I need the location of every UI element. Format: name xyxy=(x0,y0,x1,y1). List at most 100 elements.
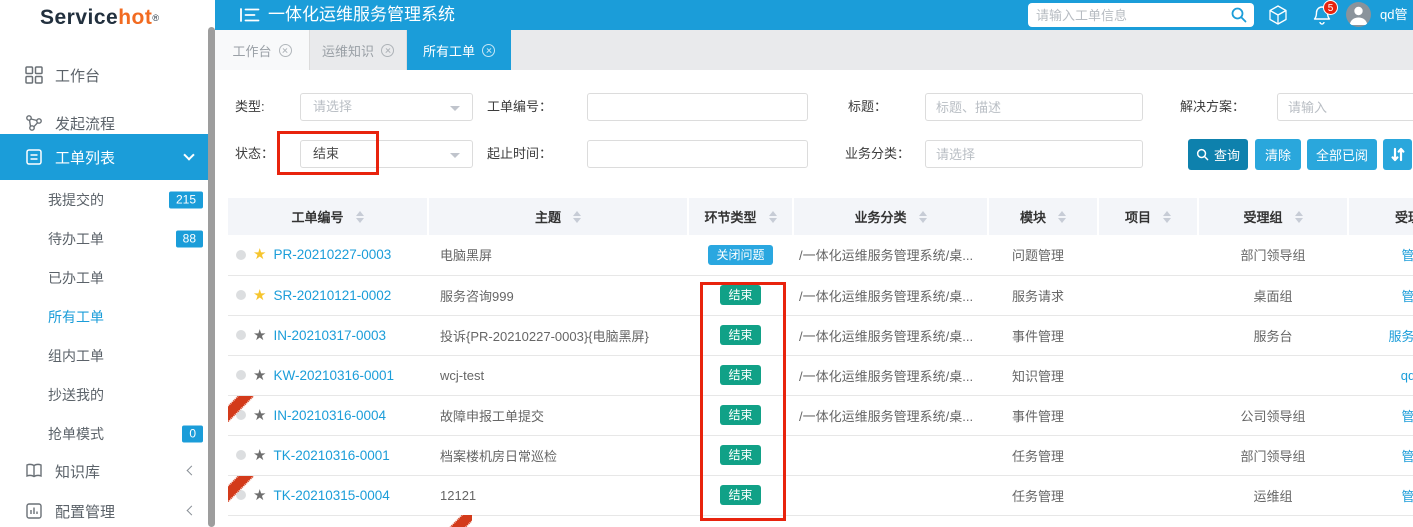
ticket-category xyxy=(793,435,988,475)
ticket-code-link[interactable]: TK-20210315-0004 xyxy=(273,488,389,503)
tab-close-icon[interactable] xyxy=(279,44,292,57)
col-header-module[interactable]: 模块 xyxy=(988,198,1098,235)
star-icon[interactable]: ★ xyxy=(253,328,266,343)
sort-toggle-button[interactable] xyxy=(1383,139,1412,170)
sidebar-subitem-cc-me[interactable]: 抄送我的 xyxy=(0,375,215,414)
sidebar-subitem-todo[interactable]: 待办工单 88 xyxy=(0,219,215,258)
tab-workbench[interactable]: 工作台 xyxy=(215,30,310,70)
sidebar-subitem-my-submitted[interactable]: 我提交的 215 xyxy=(0,180,215,219)
ticket-group: 公司领导组 xyxy=(1198,395,1348,435)
tab-all-tickets-active[interactable]: 所有工单 xyxy=(407,30,511,70)
ticket-module: 任务管理 xyxy=(988,435,1098,475)
query-button[interactable]: 查询 xyxy=(1188,139,1248,170)
sidebar-item-label: 工单列表 xyxy=(55,147,115,168)
stage-badge: 结束 xyxy=(720,445,760,465)
col-header-group[interactable]: 受理组 xyxy=(1198,198,1348,235)
tab-close-icon[interactable] xyxy=(381,44,394,57)
sidebar-item-config[interactable]: 配置管理 xyxy=(0,488,215,527)
ticket-acceptor-link[interactable]: 管 xyxy=(1348,395,1413,435)
ticket-acceptor-link[interactable]: qd xyxy=(1348,355,1413,395)
ticket-acceptor-link[interactable]: 管 xyxy=(1348,235,1413,275)
col-header-subject[interactable]: 主题 xyxy=(428,198,688,235)
ticket-acceptor-link[interactable]: 管 xyxy=(1348,435,1413,475)
ticket-code-link[interactable]: PR-20210227-0003 xyxy=(273,247,391,262)
star-icon[interactable]: ★ xyxy=(253,408,266,423)
sidebar-subitem-group-tickets[interactable]: 组内工单 xyxy=(0,336,215,375)
tab-label: 运维知识 xyxy=(322,41,374,60)
table-row[interactable]: ★IN-20210316-0004 故障申报工单提交 结束 /一体化运维服务管理… xyxy=(228,395,1413,435)
ticket-acceptor-link[interactable]: 服务台 xyxy=(1348,315,1413,355)
time-range-filter-label: 起止时间： xyxy=(487,140,552,168)
star-icon[interactable]: ★ xyxy=(253,368,266,383)
sort-icon[interactable] xyxy=(356,211,364,223)
col-header-project[interactable]: 项目 xyxy=(1098,198,1198,235)
ticket-project xyxy=(1098,355,1198,395)
star-icon[interactable]: ★ xyxy=(253,247,266,262)
solution-input[interactable] xyxy=(1277,93,1413,121)
sort-icon[interactable] xyxy=(769,211,777,223)
sidebar-scrollbar[interactable] xyxy=(208,27,215,527)
menu-fold-icon[interactable] xyxy=(240,7,260,23)
ticket-code-link[interactable]: SR-20210121-0002 xyxy=(273,288,391,303)
ticket-code-link[interactable]: IN-20210317-0003 xyxy=(273,328,386,343)
caret-down-icon xyxy=(450,153,460,158)
type-filter-label: 类型: xyxy=(235,93,265,121)
tab-ops-knowledge[interactable]: 运维知识 xyxy=(310,30,407,70)
title-input[interactable] xyxy=(925,93,1143,121)
table-row[interactable]: ★SR-20210121-0002 服务咨询999 结束 /一体化运维服务管理系… xyxy=(228,275,1413,315)
ticket-module: 问题管理 xyxy=(988,235,1098,275)
star-icon[interactable]: ★ xyxy=(253,448,266,463)
sidebar-item-ticket-list[interactable]: 工单列表 xyxy=(0,134,215,180)
star-icon[interactable]: ★ xyxy=(253,488,266,503)
order-no-input[interactable] xyxy=(587,93,808,121)
clear-button[interactable]: 清除 xyxy=(1255,139,1301,170)
chevron-left-icon xyxy=(187,466,197,476)
avatar[interactable] xyxy=(1346,2,1371,27)
table-row[interactable]: ★TK-20210316-0001 档案楼机房日常巡检 结束 任务管理 部门领导… xyxy=(228,435,1413,475)
topbar: 一体化运维服务管理系统 5 qd管 xyxy=(215,0,1413,30)
ticket-code-link[interactable]: IN-20210316-0004 xyxy=(273,408,386,423)
ticket-code-link[interactable]: TK-20210316-0001 xyxy=(273,448,389,463)
category-input[interactable] xyxy=(925,140,1143,168)
username-label[interactable]: qd管 xyxy=(1380,0,1407,30)
ticket-project xyxy=(1098,475,1198,515)
star-icon[interactable]: ★ xyxy=(253,288,266,303)
search-input[interactable] xyxy=(1036,3,1226,27)
ticket-acceptor-link[interactable]: 管 xyxy=(1348,475,1413,515)
ticket-project xyxy=(1098,275,1198,315)
col-header-acceptor[interactable]: 受理 xyxy=(1348,198,1413,235)
tab-strip: 工作台 运维知识 所有工单 xyxy=(215,30,1413,70)
sidebar-subitem-all-tickets[interactable]: 所有工单 xyxy=(0,297,215,336)
bell-icon[interactable]: 5 xyxy=(1311,4,1333,26)
table-row[interactable]: ★IN-20210317-0003 投诉{PR-20210227-0003}{电… xyxy=(228,315,1413,355)
table-row[interactable]: ★KW-20210316-0001 wcj-test 结束 /一体化运维服务管理… xyxy=(228,355,1413,395)
col-header-code[interactable]: 工单编号 xyxy=(228,198,428,235)
cube-icon[interactable] xyxy=(1267,4,1289,26)
sort-icon[interactable] xyxy=(1295,211,1303,223)
table-row[interactable]: ★PR-20210227-0003 电脑黑屏 关闭问题 /一体化运维服务管理系统… xyxy=(228,235,1413,275)
status-select[interactable]: 结束 xyxy=(300,140,473,168)
stage-badge: 关闭问题 xyxy=(708,245,772,265)
tab-close-icon[interactable] xyxy=(482,44,495,57)
sidebar-item-workbench[interactable]: 工作台 xyxy=(0,52,215,98)
table-row[interactable]: ★TK-20210315-0004 12121 结束 任务管理 运维组 管 xyxy=(228,475,1413,515)
ticket-code-link[interactable]: KW-20210316-0001 xyxy=(273,368,394,383)
sort-icon[interactable] xyxy=(1163,211,1171,223)
ticket-acceptor-link[interactable]: 管 xyxy=(1348,275,1413,315)
search-icon[interactable] xyxy=(1230,6,1248,24)
sort-icon[interactable] xyxy=(1058,211,1066,223)
col-header-category[interactable]: 业务分类 xyxy=(793,198,988,235)
sidebar: Servicehot® 工作台 发起流程 工单列表 我提交的 215 待办工单 xyxy=(0,0,215,527)
type-select[interactable]: 请选择 xyxy=(300,93,473,121)
tickets-table: 工单编号 主题 环节类型 业务分类 模块 项目 受理组 受理 ★ PR-20210… xyxy=(228,198,1413,516)
chevron-down-icon xyxy=(183,149,194,160)
col-header-stage[interactable]: 环节类型 xyxy=(688,198,793,235)
logo: Servicehot® xyxy=(40,2,160,34)
sort-icon[interactable] xyxy=(919,211,927,223)
ticket-category xyxy=(793,475,988,515)
sort-icon[interactable] xyxy=(573,211,581,223)
ticket-category: /一体化运维服务管理系统/桌... xyxy=(793,395,988,435)
mark-all-read-button[interactable]: 全部已阅 xyxy=(1307,139,1377,170)
time-range-input[interactable] xyxy=(587,140,808,168)
sidebar-subitem-done[interactable]: 已办工单 xyxy=(0,258,215,297)
